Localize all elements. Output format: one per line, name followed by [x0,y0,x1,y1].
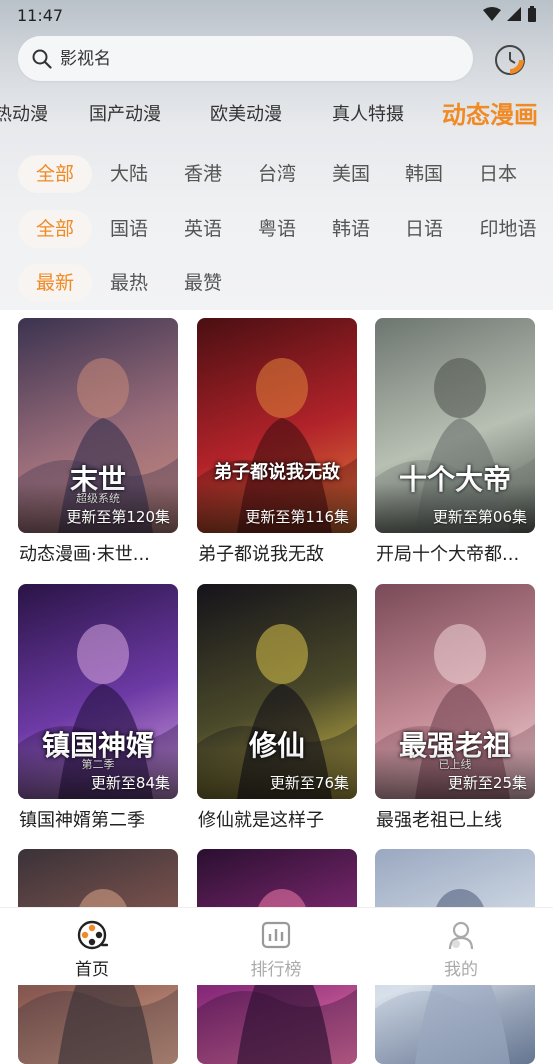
region-filter-row: 全部 大陆 香港 台湾 美国 韩国 日本 [0,155,553,193]
language-filter-item[interactable]: 国语 [100,210,158,248]
episode-badge: 更新至84集 [90,774,170,792]
user-icon [448,921,474,950]
tab-category-3[interactable]: 真人特摄 [332,100,404,126]
history-clock-icon[interactable] [493,43,527,77]
battery-icon [528,6,536,22]
episode-badge: 更新至76集 [269,774,349,792]
wifi-icon [483,7,501,21]
cover-title: 弟子都说我无敌 [214,462,340,483]
video-card[interactable]: 十个大帝 更新至第06集开局十个大帝都... [375,318,535,565]
language-filter-item[interactable]: 粤语 [248,210,306,248]
language-filter-item[interactable]: 日语 [395,210,453,248]
video-title[interactable]: 动态漫画·末世... [19,540,179,566]
region-filter-item[interactable]: 大陆 [100,155,158,193]
sort-filter-row: 最新 最热 最赞 [0,264,553,302]
tab-category-2[interactable]: 欧美动漫 [210,100,282,126]
episode-badge: 更新至第06集 [432,508,527,526]
video-title[interactable]: 镇国神婿第二季 [19,806,179,832]
sort-filter-item[interactable]: 最赞 [174,264,232,302]
video-title[interactable]: 修仙就是这样子 [198,806,358,832]
language-filter-item[interactable]: 英语 [174,210,232,248]
region-filter-item[interactable]: 日本 [469,155,527,193]
video-cover[interactable]: 末世超级系统更新至第120集 [18,318,178,533]
nav-profile[interactable]: 我的 [401,908,521,985]
search-input[interactable] [58,46,442,72]
video-card[interactable]: 弟子都说我无敌 更新至第116集 弟子都说我无敌 [197,318,357,565]
video-cover[interactable]: 弟子都说我无敌更新至第116集 [197,318,357,533]
video-card[interactable]: 最强老祖已上线更新至25集最强老祖已上线 [375,584,535,831]
language-filter-item[interactable]: 韩语 [322,210,380,248]
sort-filter-latest[interactable]: 最新 [18,264,92,302]
region-filter-item[interactable]: 香港 [174,155,232,193]
header-area: 11:47 热动漫 国产动漫 欧美动漫 真人特摄 动态漫画 全部 大陆 香港 台… [0,0,553,310]
video-cover[interactable]: 十个大帝 更新至第06集 [375,318,535,533]
bottom-nav: 首页 排行榜 我的 [0,907,553,985]
region-filter-item[interactable]: 美国 [322,155,380,193]
search-bar[interactable] [18,36,473,81]
episode-badge: 更新至第120集 [66,508,170,526]
tab-category-0[interactable]: 热动漫 [0,100,48,126]
region-filter-item[interactable]: 台湾 [248,155,306,193]
language-filter-all[interactable]: 全部 [18,210,92,248]
episode-badge: 更新至25集 [447,774,527,792]
language-filter-item[interactable]: 印地语 [470,210,546,248]
language-filter-row: 全部 国语 英语 粤语 韩语 日语 印地语 [0,210,553,248]
film-reel-icon [77,920,108,950]
nav-ranking-label: 排行榜 [250,960,302,980]
nav-ranking[interactable]: 排行榜 [216,908,336,985]
status-bar: 11:47 [0,0,553,30]
video-title[interactable]: 开局十个大帝都... [376,540,536,566]
video-card[interactable]: 修仙 更新至76集修仙就是这样子 [197,584,357,831]
bar-chart-icon [261,921,291,949]
search-icon [32,49,52,69]
video-card[interactable]: 镇国神婿第二季更新至84集镇国神婿第二季 [18,584,178,831]
signal-icon [507,7,521,21]
status-time: 11:47 [17,6,64,25]
status-icons [483,6,537,22]
nav-profile-label: 我的 [444,960,478,980]
video-cover[interactable]: 最强老祖已上线更新至25集 [375,584,535,799]
tab-category-1[interactable]: 国产动漫 [89,100,161,126]
nav-home[interactable]: 首页 [32,908,152,985]
episode-badge: 更新至第116集 [245,508,349,526]
tab-category-active[interactable]: 动态漫画 [442,95,538,130]
video-cover[interactable]: 修仙 更新至76集 [197,584,357,799]
region-filter-all[interactable]: 全部 [18,155,92,193]
region-filter-item[interactable]: 韩国 [395,155,453,193]
sort-filter-item[interactable]: 最热 [100,264,158,302]
video-card[interactable]: 末世超级系统更新至第120集动态漫画·末世... [18,318,178,565]
video-title[interactable]: 弟子都说我无敌 [198,540,358,566]
category-tabs: 热动漫 国产动漫 欧美动漫 真人特摄 动态漫画 [0,96,553,132]
video-title[interactable]: 最强老祖已上线 [376,806,536,832]
video-cover[interactable]: 镇国神婿第二季更新至84集 [18,584,178,799]
nav-home-label: 首页 [75,960,109,980]
